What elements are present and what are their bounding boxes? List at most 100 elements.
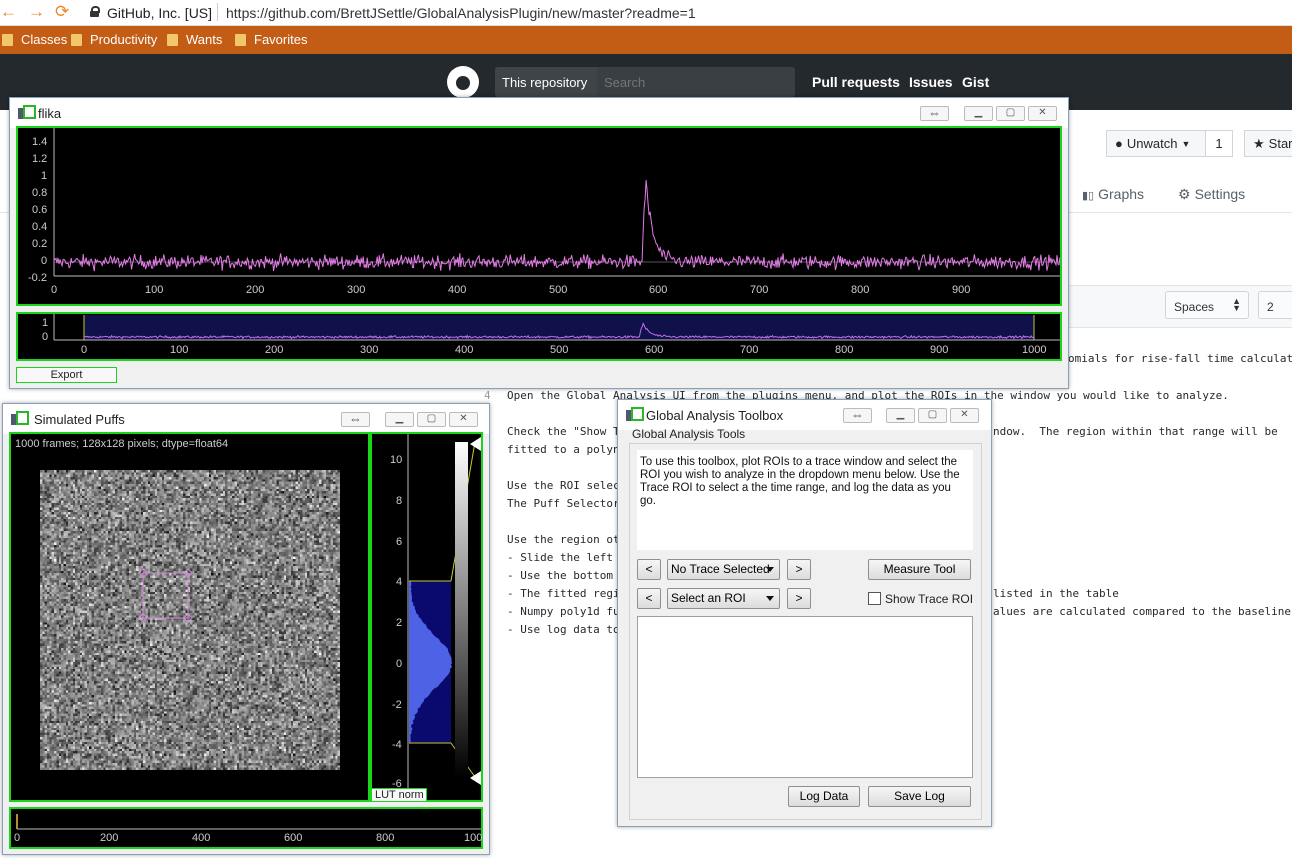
ov-x-tick-500: 500 xyxy=(550,344,569,356)
timeline-plot[interactable]: 0 200 400 600 800 100 xyxy=(9,807,483,849)
ov-y-tick-1: 1 xyxy=(42,317,49,329)
code-line-1: omials for rise-fall time calculat xyxy=(1068,352,1292,365)
group-title: Global Analysis Tools xyxy=(632,427,746,441)
y-tick-1.4: 1.4 xyxy=(32,136,48,148)
minimize-icon[interactable]: ▁ xyxy=(385,412,414,427)
close-icon[interactable]: ✕ xyxy=(950,408,979,423)
star-button[interactable]: ★ Star xyxy=(1244,130,1292,157)
trace-plot-svg[interactable] xyxy=(18,128,1060,304)
x-tick-800: 800 xyxy=(851,284,870,296)
bookmark-productivity[interactable]: Productivity xyxy=(71,32,157,47)
folder-icon xyxy=(167,33,178,46)
gradient-bar[interactable] xyxy=(455,442,468,777)
trace-line xyxy=(53,179,1060,272)
y-tick-0: 0 xyxy=(41,255,48,267)
trace-combo[interactable]: No Trace Selected xyxy=(667,559,780,580)
indent-size-select[interactable]: 2 xyxy=(1258,291,1292,319)
puffs-titlebar[interactable]: Simulated Puffs ⇔ ▁ ▢ ✕ xyxy=(3,404,489,434)
unwatch-button[interactable]: ● Unwatch ▼ xyxy=(1106,130,1206,157)
site-identity[interactable]: GitHub, Inc. [US] xyxy=(107,5,212,21)
hist-tick-10: 10 xyxy=(390,454,403,466)
line-number: 4 xyxy=(484,389,491,402)
code-line-10b: listed in the table xyxy=(993,587,1119,600)
image-info: 1000 frames; 128x128 pixels; dtype=float… xyxy=(15,438,229,450)
restore-arrows-icon[interactable]: ⇔ xyxy=(920,106,949,121)
y-tick-0.2: 0.2 xyxy=(32,238,48,250)
reload-icon[interactable]: ⟳ xyxy=(55,3,69,21)
watch-count[interactable]: 1 xyxy=(1206,130,1233,157)
restore-arrows-icon[interactable]: ⇔ xyxy=(341,412,370,427)
x-tick-700: 700 xyxy=(750,284,769,296)
star-icon: ★ xyxy=(1253,135,1265,151)
flika-titlebar[interactable]: flika ⇔ ▁ ▢ ✕ xyxy=(10,98,1068,128)
address-bar[interactable]: https://github.com/BrettJSettle/GlobalAn… xyxy=(226,5,696,21)
histogram-panel[interactable]: 10 8 6 4 2 0 -2 -4 -6 xyxy=(370,432,483,802)
maximize-icon[interactable]: ▢ xyxy=(417,412,446,427)
flika-app-icon xyxy=(626,407,644,422)
hist-tick-0: 0 xyxy=(396,658,403,670)
folder-icon xyxy=(71,33,82,46)
indent-mode-select[interactable]: Spaces ▲ ▼ xyxy=(1165,291,1249,319)
window-title: Simulated Puffs xyxy=(34,412,125,427)
ov-x-tick-800: 800 xyxy=(835,344,854,356)
bookmark-wants[interactable]: Wants xyxy=(167,32,222,47)
prev-trace-button[interactable]: < xyxy=(637,559,661,580)
ov-x-tick-200: 200 xyxy=(265,344,284,356)
prev-roi-button[interactable]: < xyxy=(637,588,661,609)
browser-toolbar: ← → ⟳ GitHub, Inc. [US] https://github.c… xyxy=(0,0,1292,26)
minimize-icon[interactable]: ▁ xyxy=(964,106,993,121)
show-trace-roi-checkbox[interactable] xyxy=(868,592,881,605)
timeline-svg[interactable] xyxy=(11,809,481,847)
roi-overlay[interactable] xyxy=(40,470,340,770)
x-tick-900: 900 xyxy=(952,284,971,296)
roi-combo[interactable]: Select an ROI xyxy=(667,588,780,609)
close-icon[interactable]: ✕ xyxy=(1028,106,1057,121)
code-line-11b: alues are calculated compared to the bas… xyxy=(993,605,1292,618)
save-log-button[interactable]: Save Log xyxy=(868,786,971,807)
toolbox-titlebar[interactable]: Global Analysis Toolbox ⇔ ▁ ▢ ✕ xyxy=(618,400,991,430)
x-tick-600: 600 xyxy=(649,284,668,296)
measure-tool-button[interactable]: Measure Tool xyxy=(868,559,971,580)
ov-x-tick-300: 300 xyxy=(360,344,379,356)
next-roi-button[interactable]: > xyxy=(787,588,811,609)
window-title: Global Analysis Toolbox xyxy=(646,408,784,423)
export-button[interactable]: Export xyxy=(16,367,117,383)
code-line-10: - The fitted regi xyxy=(507,587,620,600)
ov-x-tick-600: 600 xyxy=(645,344,664,356)
back-arrow-icon[interactable]: ← xyxy=(0,3,17,21)
image-view[interactable]: 1000 frames; 128x128 pixels; dtype=float… xyxy=(9,432,370,802)
minimize-icon[interactable]: ▁ xyxy=(886,408,915,423)
folder-icon xyxy=(2,33,13,46)
log-data-button[interactable]: Log Data xyxy=(788,786,860,807)
log-table[interactable] xyxy=(637,616,973,778)
nav-issues[interactable]: Issues xyxy=(909,74,953,90)
next-trace-button[interactable]: > xyxy=(787,559,811,580)
tab-graphs[interactable]: ▮▯ Graphs xyxy=(1082,186,1144,202)
flika-app-icon xyxy=(18,105,36,120)
x-tick-500: 500 xyxy=(549,284,568,296)
restore-arrows-icon[interactable]: ⇔ xyxy=(843,408,872,423)
overview-plot[interactable]: 1 0 0 100 200 300 400 500 600 700 800 90… xyxy=(16,312,1062,361)
bookmark-favorites[interactable]: Favorites xyxy=(235,32,307,47)
gradient-tick-top-icon[interactable] xyxy=(470,437,481,451)
tl-tick-400: 400 xyxy=(192,832,211,844)
x-tick-400: 400 xyxy=(448,284,467,296)
histogram-svg[interactable] xyxy=(372,434,481,789)
forward-arrow-icon[interactable]: → xyxy=(28,3,45,21)
github-logo-icon[interactable] xyxy=(447,66,479,98)
bookmarks-bar: Classes Productivity Wants Favorites xyxy=(0,26,1292,54)
tab-settings[interactable]: ⚙ Settings xyxy=(1178,186,1245,203)
lut-norm-button[interactable]: LUT norm xyxy=(371,788,427,802)
search-input[interactable] xyxy=(597,67,795,97)
maximize-icon[interactable]: ▢ xyxy=(996,106,1025,121)
roi-rectangle[interactable] xyxy=(142,572,189,619)
bookmark-classes[interactable]: Classes xyxy=(2,32,67,47)
close-icon[interactable]: ✕ xyxy=(449,412,478,427)
caret-down-icon: ▼ xyxy=(1181,138,1191,149)
main-trace-plot[interactable]: 1.4 1.2 1 0.8 0.6 0.4 0.2 0 -0.2 0 100 2… xyxy=(16,126,1062,306)
code-line-7: Use the region ot xyxy=(507,533,620,546)
nav-gist[interactable]: Gist xyxy=(962,74,989,90)
maximize-icon[interactable]: ▢ xyxy=(918,408,947,423)
code-line-3b: ndow. The region within that range will … xyxy=(993,425,1278,438)
nav-pull-requests[interactable]: Pull requests xyxy=(812,74,900,90)
